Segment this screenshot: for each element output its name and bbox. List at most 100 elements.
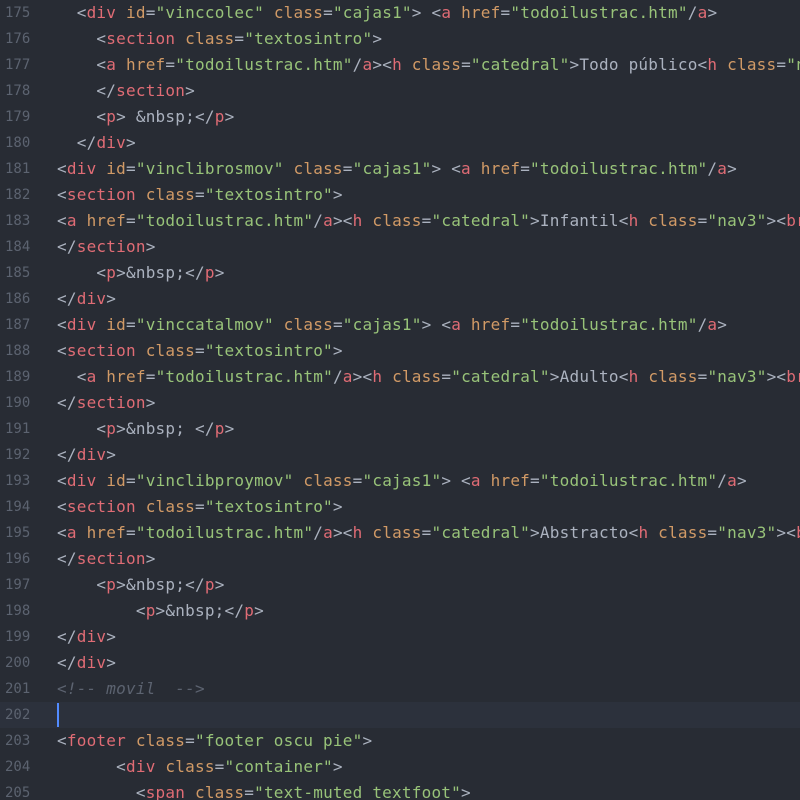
code-line[interactable]: 196 </section>	[0, 546, 800, 572]
code-line[interactable]: 188 <section class="textosintro">	[0, 338, 800, 364]
code-line[interactable]: 191 <p>&nbsp; </p>	[0, 416, 800, 442]
code-editor[interactable]: 175 <div id="vinccolec" class="cajas1"> …	[0, 0, 800, 800]
code-punctuation: >	[421, 315, 432, 334]
code-line[interactable]: 197 <p>&nbsp;</p>	[0, 572, 800, 598]
code-punctuation: =	[214, 757, 225, 776]
code-string: "catedral"	[470, 55, 570, 74]
code-line[interactable]: 198 <p>&nbsp;</p>	[0, 598, 800, 624]
code-tag-name	[96, 159, 106, 178]
code-line[interactable]: 177 <a href="todoilustrac.htm"/a><h clas…	[0, 52, 800, 78]
code-line[interactable]: 176 <section class="textosintro">	[0, 26, 800, 52]
code-string: "textosintro"	[244, 29, 373, 48]
code-punctuation: =	[707, 523, 718, 542]
code-line[interactable]: 200 </div>	[0, 650, 800, 676]
code-punctuation: <	[57, 315, 67, 334]
code-punctuation: </	[57, 289, 77, 308]
code-line[interactable]: 178 </section>	[0, 78, 800, 104]
code-string: "cajas1"	[352, 159, 432, 178]
code-punctuation: <	[76, 367, 87, 386]
code-line[interactable]: 175 <div id="vinccolec" class="cajas1"> …	[0, 0, 800, 26]
code-punctuation: </	[57, 653, 77, 672]
code-content: <p> &nbsp;</p>	[57, 104, 234, 130]
code-tag-name: h	[352, 211, 363, 230]
code-line[interactable]: 180 </div>	[0, 130, 800, 156]
code-line[interactable]: 199 </div>	[0, 624, 800, 650]
line-number: 182	[5, 187, 31, 203]
code-tag-name: div	[125, 757, 156, 776]
code-content: <div class="container">	[57, 754, 343, 780]
code-string: "nav3"	[786, 55, 800, 74]
code-tag-name: h	[638, 523, 649, 542]
code-punctuation: =	[126, 471, 136, 490]
code-content: </section>	[57, 78, 195, 104]
code-line[interactable]: 195 <a href="todoilustrac.htm"/a><h class…	[0, 520, 800, 546]
code-punctuation: =	[342, 159, 353, 178]
code-attribute: class	[135, 731, 186, 750]
code-content: <p>&nbsp;</p>	[57, 260, 225, 286]
code-punctuation: =	[441, 367, 452, 386]
code-punctuation: =	[126, 159, 136, 178]
code-punctuation: <	[57, 731, 67, 750]
code-line[interactable]: 192 </div>	[0, 442, 800, 468]
code-line[interactable]: 181 <div id="vinclibrosmov" class="cajas1…	[0, 156, 800, 182]
code-content: <div id="vinccatalmov" class="cajas1"> <…	[57, 312, 727, 338]
code-tag-name: section	[116, 81, 186, 100]
code-punctuation: </	[185, 575, 205, 594]
code-line[interactable]: 184 </section>	[0, 234, 800, 260]
code-punctuation: <	[431, 3, 442, 22]
code-punctuation: >	[145, 237, 156, 256]
code-line[interactable]: 205 <span class="text-muted textfoot">	[0, 780, 800, 800]
code-string: "catedral"	[431, 211, 531, 230]
code-punctuation: >	[126, 133, 136, 152]
code-content: <section class="textosintro">	[57, 494, 343, 520]
code-content: </section>	[57, 546, 156, 572]
code-tag-name	[126, 731, 136, 750]
code-content: <a href="todoilustrac.htm"/a><h class="c…	[57, 364, 800, 390]
code-line[interactable]: 202	[0, 702, 800, 728]
code-tag-name: h	[707, 55, 718, 74]
code-tag-name: a	[717, 159, 728, 178]
code-tag-name	[96, 315, 106, 334]
code-tag-name	[363, 523, 373, 542]
code-punctuation: >	[736, 471, 747, 490]
code-punctuation: <	[57, 159, 67, 178]
line-number: 181	[5, 161, 31, 177]
code-line[interactable]: 190 </section>	[0, 390, 800, 416]
code-text: Infantil	[539, 211, 619, 230]
code-line[interactable]: 203 <footer class="footer oscu pie">	[0, 728, 800, 754]
code-punctuation: /	[687, 3, 698, 22]
code-punctuation: =	[776, 55, 787, 74]
code-attribute: href	[86, 523, 126, 542]
code-line[interactable]: 186 </div>	[0, 286, 800, 312]
code-line[interactable]: 194 <section class="textosintro">	[0, 494, 800, 520]
code-line[interactable]: 185 <p>&nbsp;</p>	[0, 260, 800, 286]
code-line[interactable]: 204 <div class="container">	[0, 754, 800, 780]
code-punctuation: >	[224, 419, 235, 438]
code-punctuation: >	[549, 367, 560, 386]
code-punctuation: >	[411, 3, 422, 22]
code-punctuation: >	[717, 315, 728, 334]
code-line[interactable]: 189 <a href="todoilustrac.htm"/a><h clas…	[0, 364, 800, 390]
code-line[interactable]: 179 <p> &nbsp;</p>	[0, 104, 800, 130]
code-tag-name	[274, 315, 284, 334]
code-attribute: class	[303, 471, 353, 490]
code-line[interactable]: 183 <a href="todoilustrac.htm"/a><h class…	[0, 208, 800, 234]
code-string: "nav3"	[717, 523, 777, 542]
line-number: 179	[5, 109, 31, 125]
code-tag-name: a	[451, 315, 462, 334]
code-line[interactable]: 201 <!-- movil -->	[0, 676, 800, 702]
code-line[interactable]: 193 <div id="vinclibproymov" class="cajas…	[0, 468, 800, 494]
code-attribute: class	[145, 185, 195, 204]
code-punctuation: =	[332, 315, 343, 334]
code-line[interactable]: 182 <section class="textosintro">	[0, 182, 800, 208]
code-attribute: class	[411, 55, 462, 74]
code-tag-name	[136, 341, 146, 360]
line-number: 176	[5, 31, 31, 47]
code-punctuation: <	[96, 419, 107, 438]
code-tag-name: p	[106, 107, 117, 126]
code-punctuation: >	[116, 263, 126, 282]
code-punctuation: <	[96, 575, 107, 594]
code-line[interactable]: 187 <div id="vinccatalmov" class="cajas1"…	[0, 312, 800, 338]
